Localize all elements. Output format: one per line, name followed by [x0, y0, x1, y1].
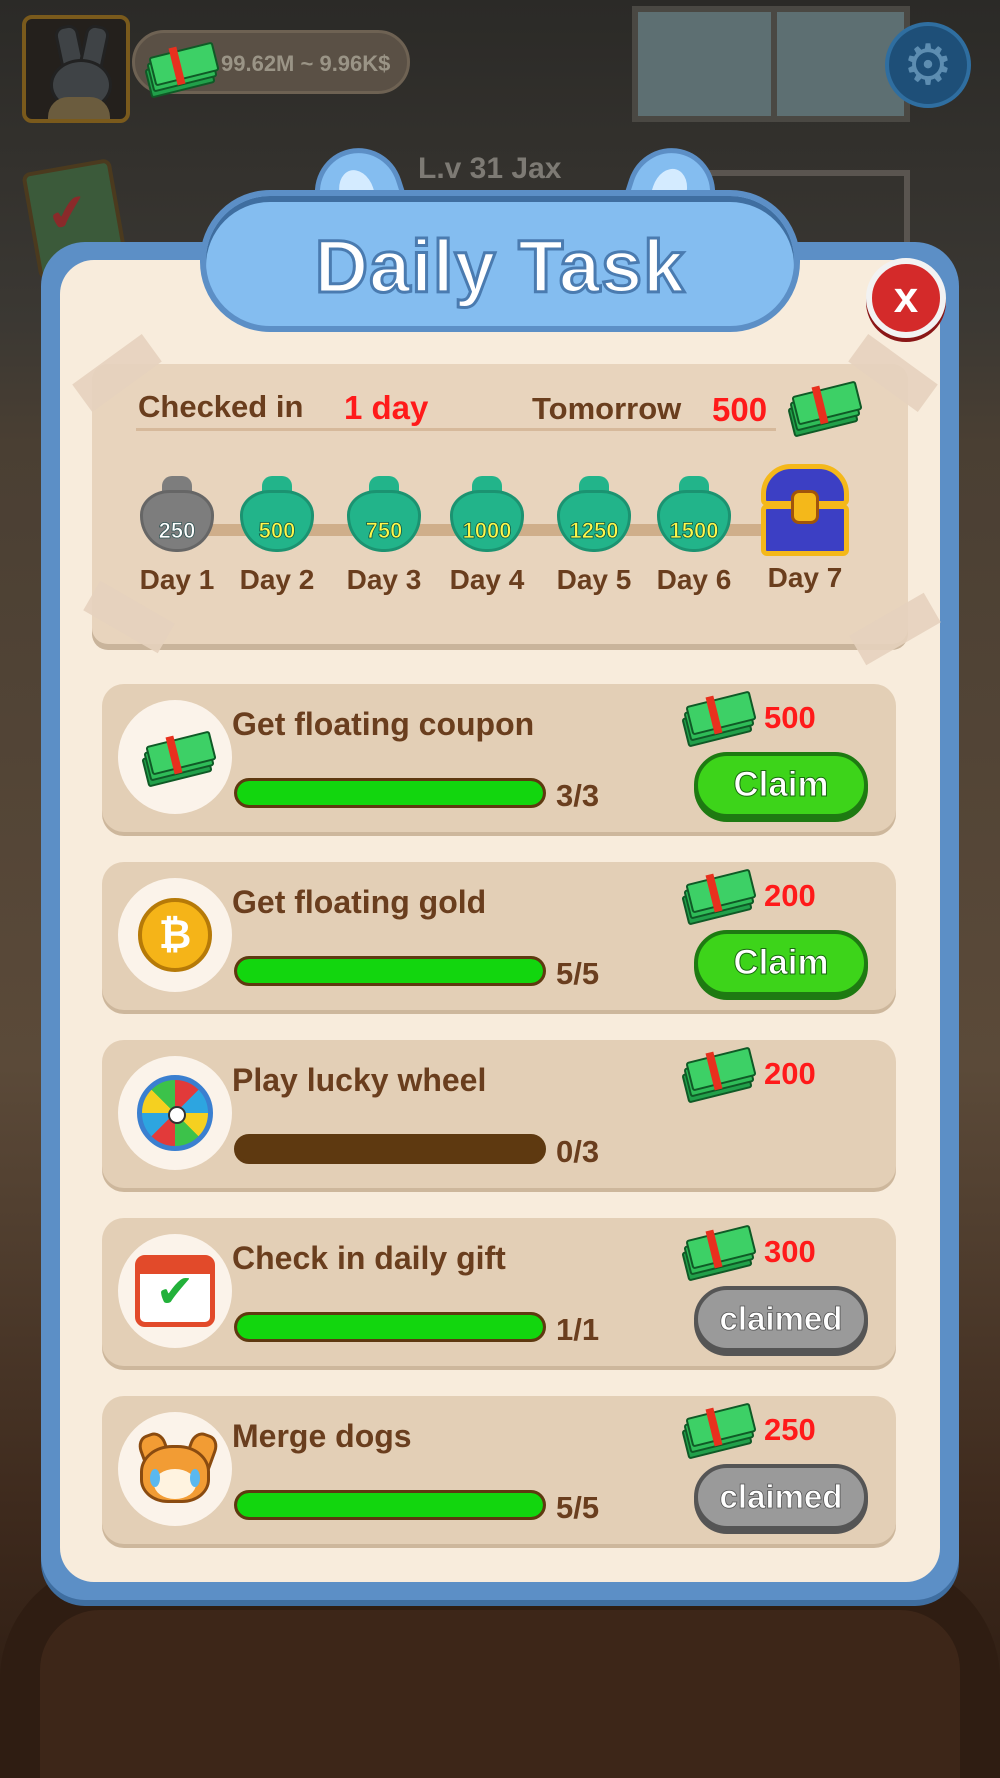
task-name: Get floating gold [232, 884, 487, 920]
money-bag-icon: 1250 [557, 476, 631, 554]
close-button[interactable]: x [866, 258, 946, 338]
task-row: Play lucky wheel 0/3 200 [102, 1040, 896, 1188]
day-label: Day 4 [449, 564, 525, 595]
task-name: Merge dogs [232, 1418, 412, 1454]
task-progress-text: 1/1 [556, 1312, 600, 1347]
day-slot-6[interactable]: 1500 Day 6 [639, 476, 749, 596]
day-slot-7[interactable]: Day 7 [750, 464, 860, 594]
task-icon-circle: ✔ [118, 1234, 232, 1348]
money-display: 99.62M ~ 9.96K$ [132, 30, 410, 99]
claimed-button[interactable]: claimed [694, 1286, 868, 1352]
task-progress-text: 5/5 [556, 1490, 600, 1525]
task-progress-text: 0/3 [556, 1134, 600, 1169]
task-progress-fill [237, 959, 543, 983]
money-bag-icon: 750 [347, 476, 421, 554]
day-label: Day 3 [346, 564, 422, 595]
lucky-wheel-icon [137, 1075, 213, 1151]
task-reward: 250 [764, 1412, 816, 1447]
task-name: Check in daily gift [232, 1240, 506, 1276]
bitcoin-coin-icon: ₿ [138, 898, 212, 972]
cash-icon [786, 380, 863, 438]
claimed-button[interactable]: claimed [694, 1464, 868, 1530]
money-bag-icon: 500 [240, 476, 314, 554]
tomorrow-value: 500 [712, 391, 768, 428]
task-name: Play lucky wheel [232, 1062, 487, 1098]
day-slot-5[interactable]: 1250 Day 5 [539, 476, 649, 596]
task-progress-bar [234, 1490, 546, 1520]
money-bag-icon: 1500 [657, 476, 731, 554]
task-reward: 200 [764, 878, 816, 913]
task-progress-text: 5/5 [556, 956, 600, 991]
claim-button[interactable]: Claim [694, 930, 868, 996]
task-name: Get floating coupon [232, 706, 535, 742]
task-progress-fill [237, 781, 543, 805]
money-bag-icon: 1000 [450, 476, 524, 554]
task-row: ✔ Check in daily gift 1/1 300 claimed [102, 1218, 896, 1366]
task-row: Get floating coupon 3/3 500 Claim [102, 684, 896, 832]
task-icon-circle [118, 700, 232, 814]
cash-icon [143, 41, 220, 99]
day-label: Day 7 [767, 562, 843, 593]
level-label: L.v 31 Jax [418, 152, 562, 185]
task-progress-fill [237, 1493, 543, 1517]
day-slot-1[interactable]: 250 Day 1 [122, 476, 232, 596]
task-reward: 300 [764, 1234, 816, 1269]
cash-icon [680, 1046, 757, 1104]
task-progress-text: 3/3 [556, 778, 600, 813]
background-window [632, 6, 910, 122]
claim-button[interactable]: Claim [694, 752, 868, 818]
task-progress-fill [237, 1315, 543, 1339]
day-label: Day 1 [139, 564, 215, 595]
task-icon-circle [118, 1056, 232, 1170]
cash-icon [140, 730, 217, 788]
player-avatar[interactable] [22, 15, 130, 123]
task-progress-bar [234, 1312, 546, 1342]
day-slot-3[interactable]: 750 Day 3 [329, 476, 439, 596]
crying-dog-icon [134, 1429, 221, 1505]
day-slot-4[interactable]: 1000 Day 4 [432, 476, 542, 596]
settings-gear-icon[interactable]: ⚙ [885, 22, 971, 108]
board-divider [136, 428, 776, 431]
avatar-body [48, 97, 110, 119]
task-icon-circle [118, 1412, 232, 1526]
task-progress-bar [234, 1134, 546, 1164]
day-label: Day 2 [239, 564, 315, 595]
day-label: Day 5 [556, 564, 632, 595]
cash-icon [680, 690, 757, 748]
cash-icon [680, 868, 757, 926]
calendar-check-icon: ✔ [135, 1255, 215, 1327]
task-reward: 200 [764, 1056, 816, 1091]
task-progress-bar [234, 956, 546, 986]
treasure-chest-icon [759, 464, 851, 560]
cash-icon [680, 1402, 757, 1460]
background-couch-seat [40, 1610, 960, 1778]
task-row: Merge dogs 5/5 250 claimed [102, 1396, 896, 1544]
dialog-title: Daily Task [313, 224, 686, 310]
checked-in-label: Checked in [138, 389, 304, 424]
task-row: ₿ Get floating gold 5/5 200 Claim [102, 862, 896, 1010]
day-label: Day 6 [656, 564, 732, 595]
checked-in-value: 1 day [344, 389, 429, 426]
task-progress-bar [234, 778, 546, 808]
cash-icon [680, 1224, 757, 1282]
day-slot-2[interactable]: 500 Day 2 [222, 476, 332, 596]
title-banner: Daily Task [200, 190, 800, 332]
task-reward: 500 [764, 700, 816, 735]
money-bag-icon: 250 [140, 476, 214, 554]
money-text: 99.62M ~ 9.96K$ [221, 51, 391, 76]
task-icon-circle: ₿ [118, 878, 232, 992]
tomorrow-label: Tomorrow [532, 391, 682, 426]
